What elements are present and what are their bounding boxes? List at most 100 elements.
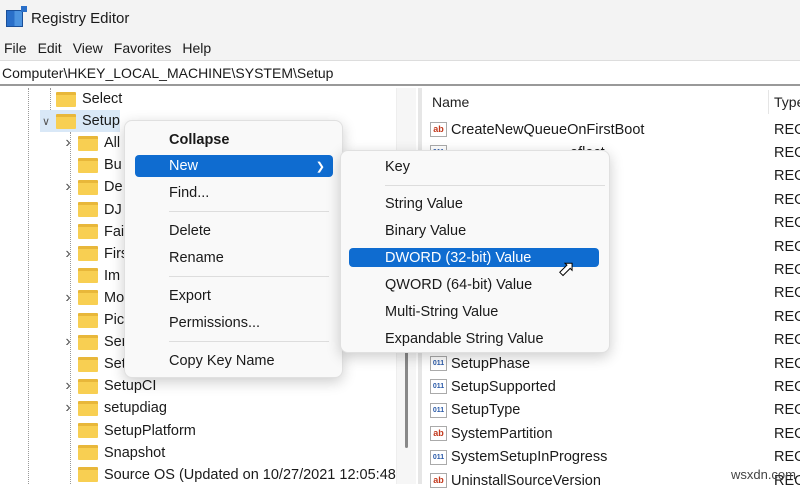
column-name[interactable]: Name (432, 94, 469, 110)
value-row[interactable]: 011 SetupPhase REG_ (422, 352, 800, 375)
tree-item-label: Set (104, 356, 126, 373)
chevron-right-icon[interactable]: › (62, 245, 74, 263)
tree-item[interactable]: Source OS (Updated on 10/27/2021 12:05:4… (62, 464, 401, 484)
menu-edit[interactable]: Edit (34, 40, 69, 56)
tree-item[interactable]: › Ser (62, 331, 126, 353)
tree-item-label: Pic (104, 312, 125, 328)
value-name: SystemPartition (451, 425, 553, 442)
folder-icon (78, 157, 98, 173)
chevron-down-icon[interactable]: ∨ (40, 115, 52, 128)
tree-item[interactable]: Bu (62, 154, 122, 176)
tree-item-label: SetupPlatform (104, 422, 196, 439)
column-type[interactable]: Type (774, 94, 800, 110)
watermark: wsxdn.com (730, 467, 796, 482)
menu-view[interactable]: View (69, 40, 110, 56)
value-row[interactable]: ab CreateNewQueueOnFirstBoot REG_ (422, 118, 800, 141)
tree-item[interactable]: Im (62, 265, 120, 287)
menu-item-delete[interactable]: Delete (135, 220, 333, 242)
mouse-cursor-icon: ⬈ (558, 258, 576, 281)
value-type: REG_ (774, 285, 800, 302)
value-type: REG_ (774, 378, 800, 395)
value-type: REG_ (774, 332, 800, 349)
string-value-icon: ab (430, 473, 447, 488)
folder-icon (78, 423, 98, 438)
submenu-item-expandable-string-value[interactable]: Expandable String Value (349, 328, 599, 350)
menu-help[interactable]: Help (178, 40, 218, 56)
title-bar: Registry Editor (0, 0, 800, 36)
menu-file[interactable]: File (0, 40, 34, 56)
chevron-right-icon[interactable]: › (62, 178, 74, 196)
folder-icon (56, 91, 76, 107)
value-type: REG_ (774, 355, 800, 372)
tree-item[interactable]: SetupPlatform (62, 420, 196, 442)
value-name: UninstallSourceVersion (451, 472, 601, 489)
list-header: Name Type (422, 88, 800, 116)
value-type: REG_ (774, 144, 800, 161)
tree-item[interactable]: › SetupCI (62, 375, 156, 397)
binary-value-icon: 011 (430, 402, 447, 418)
tree-item[interactable]: › Firs (62, 243, 128, 265)
menu-item-collapse[interactable]: Collapse (135, 129, 333, 151)
folder-icon (78, 312, 98, 328)
address-bar[interactable]: Computer\HKEY_LOCAL_MACHINE\SYSTEM\Setup (0, 60, 800, 86)
tree-item-label: Mo (104, 289, 125, 306)
chevron-right-icon: ❯ (315, 160, 325, 173)
folder-icon (78, 290, 98, 306)
tree-item-label: setupdiag (104, 400, 167, 417)
submenu-item-binary-value[interactable]: Binary Value (349, 220, 599, 242)
value-type: REG_ (774, 191, 800, 208)
tree-item[interactable]: Snapshot (62, 442, 165, 464)
menu-separator (169, 341, 329, 342)
value-type: REG_ (774, 215, 800, 232)
menu-item-permissions[interactable]: Permissions... (135, 312, 333, 334)
tree-item[interactable]: ∨ Setup (40, 110, 120, 133)
value-name: SystemSetupInProgress (451, 449, 608, 466)
chevron-right-icon[interactable]: › (62, 333, 74, 351)
tree-item[interactable]: DJ (62, 199, 122, 221)
value-row[interactable]: 011SetupSupported REG_ (422, 375, 800, 398)
tree-item-label: Select (82, 91, 123, 107)
folder-icon (78, 179, 98, 195)
menu-bar: File Edit View Favorites Help (0, 36, 800, 60)
value-type: REG_ (774, 402, 800, 419)
tree-line (28, 88, 29, 484)
chevron-right-icon[interactable]: › (62, 399, 74, 417)
menu-item-find[interactable]: Find... (135, 182, 333, 204)
folder-icon (78, 445, 98, 461)
tree-item[interactable]: Fai (62, 221, 124, 243)
submenu-item-multi-string-value[interactable]: Multi-String Value (349, 301, 599, 323)
menu-item-new[interactable]: New ❯ (135, 155, 333, 177)
new-submenu: Key String Value Binary Value DWORD (32-… (340, 150, 610, 353)
tree-item-label: Fai (104, 223, 125, 240)
menu-item-export[interactable]: Export (135, 285, 333, 307)
value-row[interactable]: 011SystemSetupInProgress REG_ (422, 446, 800, 469)
tree-item[interactable]: › Mo (62, 287, 124, 309)
menu-item-copy-key-name[interactable]: Copy Key Name (135, 350, 333, 372)
menu-favorites[interactable]: Favorites (110, 40, 179, 56)
value-row[interactable]: abSystemPartition REG_ (422, 422, 800, 445)
folder-icon (78, 356, 98, 372)
submenu-item-string-value[interactable]: String Value (349, 193, 599, 215)
menu-separator (385, 185, 605, 186)
chevron-right-icon[interactable]: › (62, 377, 74, 395)
tree-item[interactable]: › All (62, 132, 120, 154)
submenu-item-key[interactable]: Key (349, 156, 599, 178)
tree-item[interactable]: Set (62, 353, 126, 375)
value-name: SetupType (451, 402, 521, 419)
tree-item[interactable]: › setupdiag (62, 397, 167, 419)
window-title: Registry Editor (31, 9, 130, 27)
chevron-right-icon[interactable]: › (62, 289, 74, 307)
tree-item[interactable]: Pic (62, 309, 124, 331)
tree-item[interactable]: › De (62, 176, 122, 198)
folder-icon (78, 135, 98, 151)
chevron-right-icon[interactable]: › (62, 134, 74, 152)
column-separator[interactable] (768, 90, 769, 114)
value-row[interactable]: 011SetupType REG_ (422, 399, 800, 422)
folder-icon (78, 224, 98, 240)
tree-item[interactable]: Select (40, 88, 122, 110)
menu-item-rename[interactable]: Rename (135, 247, 333, 269)
tree-item-label: DJ (104, 201, 122, 218)
tree-item-label: Setup (82, 113, 120, 130)
binary-value-icon: 011 (430, 356, 447, 371)
value-type: REG_ (774, 238, 800, 255)
